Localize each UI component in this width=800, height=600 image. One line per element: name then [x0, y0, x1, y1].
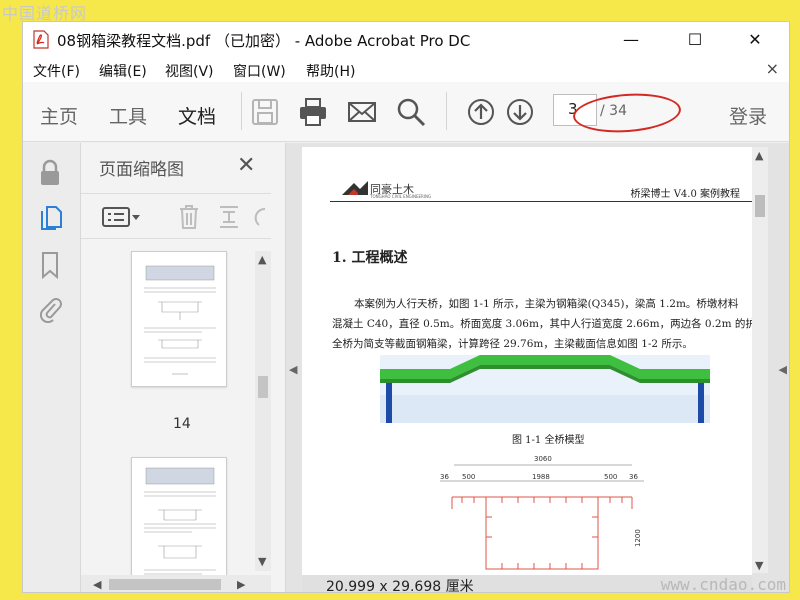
login-button[interactable]: 登录 [729, 102, 767, 129]
cross-section-drawing: 3060 36 500 1988 500 36 1200 [440, 455, 644, 570]
dim-right-flange: 500 [604, 473, 617, 481]
dim-height: 1200 [634, 529, 642, 547]
dim-left: 36 [440, 473, 449, 481]
scroll-down-arrow-icon[interactable]: ▼ [755, 559, 763, 572]
window-title: 08钢箱梁教程文档.pdf （已加密） - Adobe Acrobat Pro … [57, 32, 471, 50]
dim-middle: 1988 [532, 473, 550, 481]
collapse-left-panel-icon[interactable]: ◀ [289, 363, 297, 376]
page-size-readout: 20.999 x 29.698 厘米 [326, 579, 474, 593]
thumbnail-preview [144, 265, 216, 375]
company-logo [342, 181, 368, 195]
tab-document[interactable]: 文档 [178, 102, 217, 148]
minimize-button[interactable]: — [611, 26, 651, 52]
document-vertical-scrollbar[interactable]: ▲ ▼ [752, 147, 768, 573]
panel-title: 页面缩略图 [99, 160, 184, 180]
scroll-up-arrow-icon[interactable]: ▲ [755, 149, 763, 162]
dim-total: 3060 [534, 455, 552, 463]
acrobat-window: 08钢箱梁教程文档.pdf （已加密） - Adobe Acrobat Pro … [22, 21, 790, 593]
print-icon[interactable] [297, 96, 329, 128]
attachment-icon[interactable] [38, 295, 62, 323]
menu-view[interactable]: 视图(V) [165, 61, 214, 81]
page-thumbnails-icon[interactable] [38, 205, 64, 233]
previous-page-icon[interactable] [465, 96, 497, 128]
lock-icon[interactable] [38, 159, 62, 187]
thumbnail-panel: 页面缩略图 ✕ 14 ▲ ▼ ◀ ▶ [81, 143, 286, 592]
save-icon[interactable] [249, 96, 281, 128]
maximize-button[interactable]: ☐ [675, 26, 715, 52]
toolbar-divider [446, 92, 447, 130]
search-icon[interactable] [395, 96, 427, 128]
bridge-model-figure [380, 355, 710, 423]
toolbar-divider [241, 92, 242, 130]
menu-window[interactable]: 窗口(W) [233, 61, 286, 81]
document-view: ◀ 同豪土木 TONGHAO CIVIL ENGINEERING 桥梁博士 V4… [286, 143, 789, 593]
section-heading: 1. 工程概述 [332, 250, 408, 266]
next-page-icon[interactable] [504, 96, 536, 128]
scroll-left-arrow-icon[interactable]: ◀ [93, 578, 101, 591]
header-company-english: TONGHAO CIVIL ENGINEERING [370, 194, 432, 199]
rotate-icon[interactable] [253, 206, 267, 228]
delete-icon[interactable] [177, 204, 201, 230]
email-icon[interactable] [346, 96, 378, 128]
options-menu-icon[interactable] [101, 206, 141, 228]
extract-page-icon[interactable] [217, 204, 241, 230]
menu-help[interactable]: 帮助(H) [306, 61, 355, 81]
scroll-down-arrow-icon[interactable]: ▼ [258, 555, 266, 568]
tab-home[interactable]: 主页 [40, 102, 78, 129]
figure-caption: 图 1-1 全桥模型 [512, 435, 585, 446]
menu-bar: 文件(F) 编辑(E) 视图(V) 窗口(W) 帮助(H) × [23, 56, 789, 82]
header-rule [330, 201, 752, 202]
paragraph-line: 全桥为简支等截面钢箱梁，计算跨径 29.76m，主梁截面信息如图 1-2 所示。 [332, 338, 693, 350]
thumbnail-horizontal-scrollbar[interactable]: ◀ ▶ [81, 575, 271, 592]
thumbnail-page-number: 14 [173, 416, 191, 432]
close-window-button[interactable]: ✕ [735, 26, 775, 52]
scroll-up-arrow-icon[interactable]: ▲ [258, 253, 266, 266]
body-paragraph: 本案例为人行天桥，如图 1-1 所示，主梁为钢箱梁(Q345)，梁高 1.2m。… [332, 294, 752, 354]
close-document-button[interactable]: × [766, 59, 779, 78]
page-thumbnail[interactable] [131, 457, 227, 589]
panel-toolbar [81, 193, 271, 239]
page-thumbnail[interactable] [131, 251, 227, 387]
thumbnail-vertical-scrollbar[interactable]: ▲ ▼ [255, 251, 271, 571]
scroll-right-arrow-icon[interactable]: ▶ [237, 578, 245, 591]
menu-edit[interactable]: 编辑(E) [99, 61, 147, 81]
collapse-right-panel-icon[interactable]: ◀ [779, 363, 787, 376]
pdf-file-icon [33, 30, 49, 49]
left-nav-rail [23, 143, 81, 592]
site-url-watermark: www.cndao.com [660, 575, 786, 594]
scrollbar-thumb[interactable] [755, 195, 765, 217]
dim-left-flange: 500 [462, 473, 475, 481]
dim-right: 36 [629, 473, 638, 481]
scrollbar-thumb[interactable] [109, 579, 221, 590]
pdf-page: 同豪土木 TONGHAO CIVIL ENGINEERING 桥梁博士 V4.0… [302, 147, 752, 579]
paragraph-line: 混凝土 C40，直径 0.5m。桥面宽度 3.06m，其中人行道宽度 2.66m… [332, 318, 752, 330]
tab-tools[interactable]: 工具 [109, 102, 147, 129]
thumbnail-preview [144, 467, 216, 575]
title-bar: 08钢箱梁教程文档.pdf （已加密） - Adobe Acrobat Pro … [23, 22, 789, 56]
header-right-text: 桥梁博士 V4.0 案例教程 [630, 189, 740, 200]
menu-file[interactable]: 文件(F) [33, 61, 80, 81]
close-panel-button[interactable]: ✕ [237, 153, 255, 178]
scrollbar-thumb[interactable] [258, 376, 268, 398]
paragraph-line: 本案例为人行天桥，如图 1-1 所示，主梁为钢箱梁(Q345)，梁高 1.2m。… [354, 298, 739, 310]
bookmark-icon[interactable] [38, 251, 62, 279]
